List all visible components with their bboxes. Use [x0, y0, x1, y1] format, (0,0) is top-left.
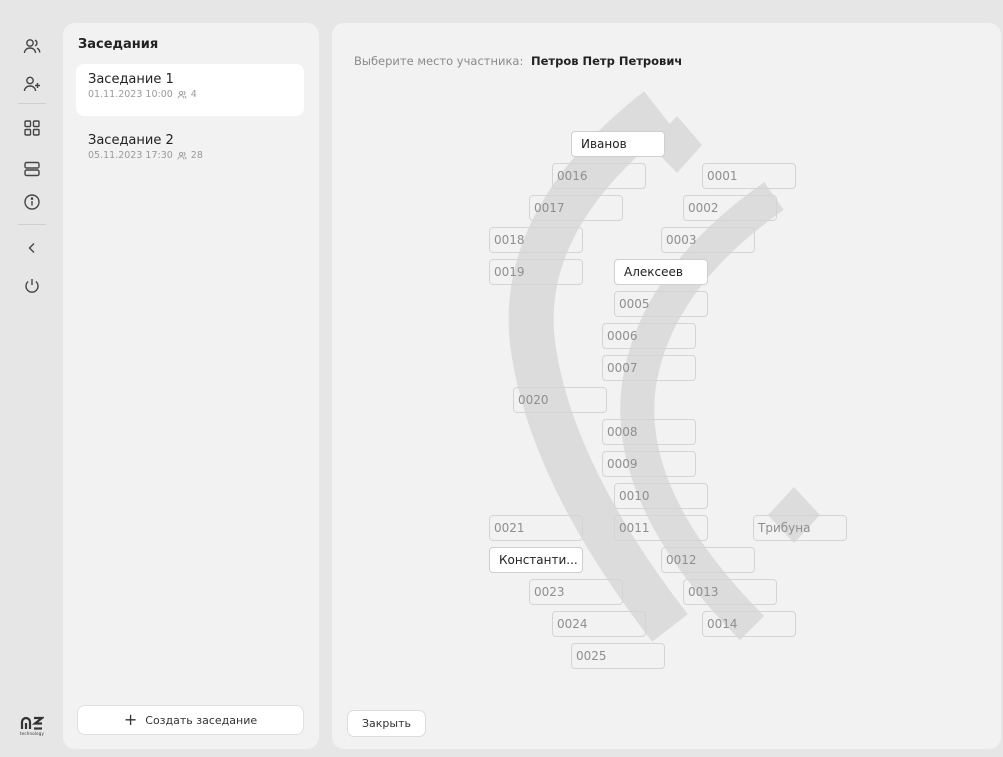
meeting-meta: 01.11.2023 10:00 4 [88, 89, 292, 100]
collapse-chevron-icon[interactable] [21, 237, 43, 259]
power-icon[interactable] [21, 275, 43, 297]
seat-free[interactable]: 0016 [552, 163, 646, 189]
create-meeting-button[interactable]: + Создать заседание [77, 705, 304, 735]
seat-free[interactable]: 0024 [552, 611, 646, 637]
seat-free[interactable]: 0013 [683, 579, 777, 605]
seat-free[interactable]: 0010 [614, 483, 708, 509]
seat-occupied[interactable]: Иванов [571, 131, 665, 157]
seat-free[interactable]: 0002 [683, 195, 777, 221]
seat-free[interactable]: 0012 [661, 547, 755, 573]
participants-icon[interactable] [21, 35, 43, 57]
participants-count-icon [177, 90, 187, 99]
participants-count: 28 [190, 150, 203, 161]
seat-free[interactable]: 0019 [489, 259, 583, 285]
company-logo: technology [16, 716, 48, 736]
logo-text: technology [19, 731, 45, 736]
meetings-panel: Заседания Заседание 1 01.11.2023 10:00 4… [63, 23, 319, 749]
seat-free[interactable]: 0005 [614, 291, 708, 317]
seat-free[interactable]: 0006 [602, 323, 696, 349]
grid-icon[interactable] [21, 117, 43, 139]
seat-free[interactable]: 0023 [529, 579, 623, 605]
seat-free[interactable]: 0003 [661, 227, 755, 253]
seat-free[interactable]: 0001 [702, 163, 796, 189]
seat-free[interactable]: 0021 [489, 515, 583, 541]
seat-free[interactable]: 0009 [602, 451, 696, 477]
rows-icon[interactable] [21, 158, 43, 180]
seat-free[interactable]: 0007 [602, 355, 696, 381]
seat-free[interactable]: 0017 [529, 195, 623, 221]
seat-free[interactable]: Трибуна [753, 515, 847, 541]
meeting-name: Заседание 1 [88, 72, 174, 87]
seat-occupied[interactable]: Константи... [489, 547, 583, 573]
hall-floor-graphic [508, 91, 820, 642]
seat-free[interactable]: 0014 [702, 611, 796, 637]
seat-free[interactable]: 0020 [513, 387, 607, 413]
add-user-icon[interactable] [21, 73, 43, 95]
plus-icon: + [123, 710, 138, 729]
meeting-datetime: 01.11.2023 10:00 [88, 89, 173, 100]
create-meeting-label: Создать заседание [145, 713, 258, 727]
meeting-meta: 05.11.2023 17:30 28 [88, 150, 292, 161]
rail-divider [18, 103, 46, 104]
participants-count-icon [177, 151, 187, 160]
rail-divider [18, 224, 46, 225]
close-label: Закрыть [362, 717, 411, 730]
meeting-item-2[interactable]: Заседание 2 05.11.2023 17:30 28 [76, 125, 304, 177]
participants-count: 4 [190, 89, 197, 100]
icon-rail: technology [0, 0, 62, 757]
seat-free[interactable]: 0011 [614, 515, 708, 541]
seat-free[interactable]: 0018 [489, 227, 583, 253]
meeting-datetime: 05.11.2023 17:30 [88, 150, 173, 161]
seat-free[interactable]: 0025 [571, 643, 665, 669]
meeting-name: Заседание 2 [88, 133, 174, 148]
meeting-item-1[interactable]: Заседание 1 01.11.2023 10:00 4 [76, 64, 304, 116]
info-icon[interactable] [21, 191, 43, 213]
seating-panel: Выберите место участника: Петров Петр Пе… [332, 23, 1001, 749]
meetings-title: Заседания [78, 37, 159, 52]
seat-occupied[interactable]: Алексеев [614, 259, 708, 285]
seat-free[interactable]: 0008 [602, 419, 696, 445]
close-button[interactable]: Закрыть [347, 710, 426, 737]
